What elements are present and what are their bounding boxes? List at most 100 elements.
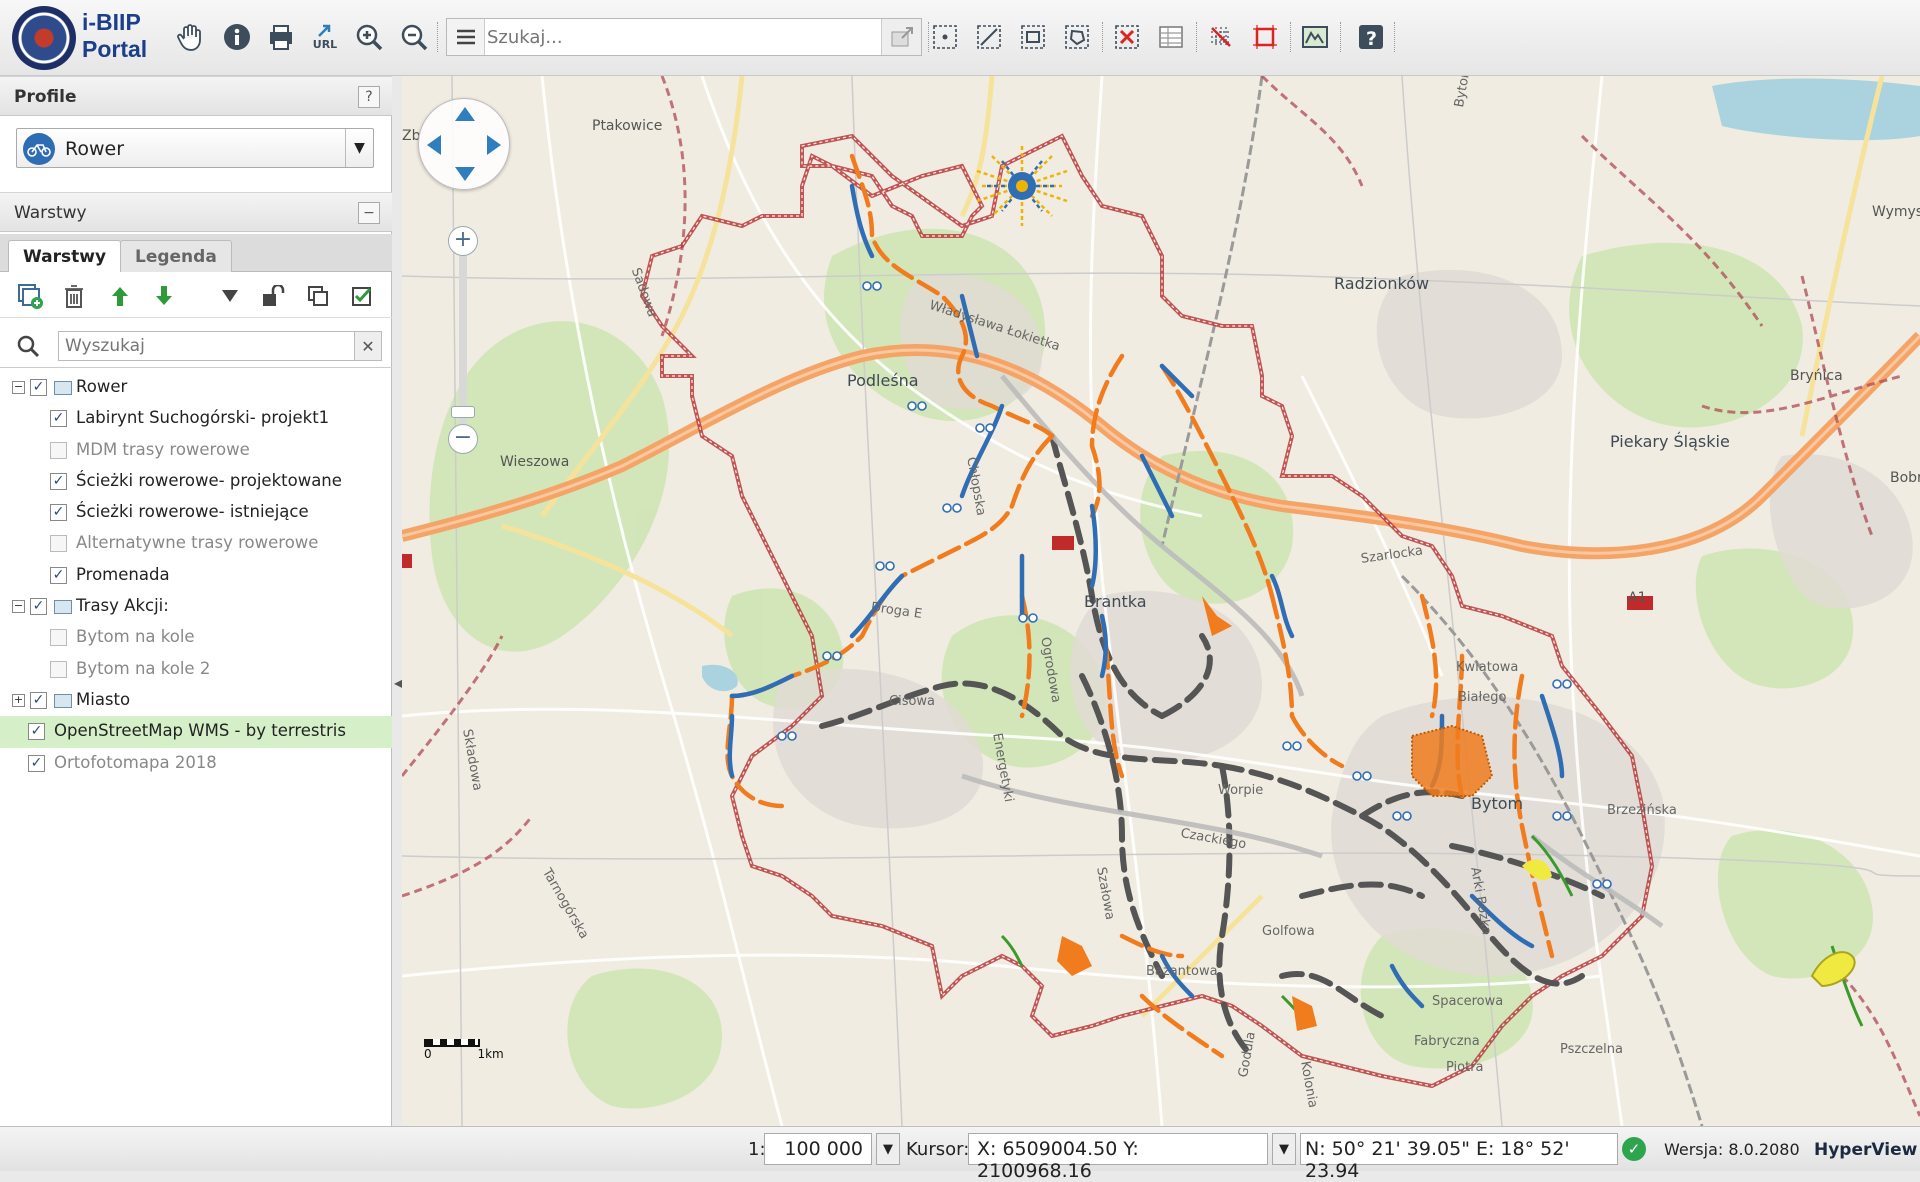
check-all-icon[interactable]: [348, 282, 376, 310]
layer-row[interactable]: ✓ Ścieżki rowerowe- istniejące: [0, 497, 392, 528]
layer-row[interactable]: Bytom na kole 2: [0, 654, 392, 685]
layer-row[interactable]: Alternatywne trasy rowerowe: [0, 528, 392, 559]
svg-text:?: ?: [1366, 28, 1377, 50]
tab-legenda[interactable]: Legenda: [120, 240, 232, 272]
place-label: A1: [1628, 590, 1647, 606]
tab-warstwy[interactable]: Warstwy: [8, 240, 122, 272]
pan-right-icon[interactable]: [487, 135, 501, 155]
layer-row[interactable]: − ✓ Rower: [0, 372, 392, 403]
zoom-in-icon[interactable]: [352, 20, 386, 54]
pan-left-icon[interactable]: [427, 135, 441, 155]
layer-checkbox[interactable]: ✓: [28, 723, 45, 741]
info-icon[interactable]: [220, 20, 254, 54]
layer-row[interactable]: MDM trasy rowerowe: [0, 435, 392, 466]
expand-icon[interactable]: +: [12, 693, 25, 707]
place-label: Fabryczna: [1414, 1034, 1480, 1049]
collapse-icon[interactable]: −: [12, 381, 25, 394]
search-menu-icon[interactable]: [447, 19, 485, 55]
layer-row[interactable]: ✓ Promenada: [0, 560, 392, 591]
map-legend-icon[interactable]: [1298, 20, 1332, 54]
profile-selected-value: Rower: [65, 138, 125, 160]
search-go-icon[interactable]: [881, 19, 921, 55]
pan-hand-icon[interactable]: [173, 20, 207, 54]
place-label: Bytom: [1471, 794, 1524, 813]
map-view[interactable]: Ptakowice Zb Radzionków Wymys Bytom Podleśna W…: [402, 76, 1920, 1126]
add-layer-icon[interactable]: [16, 282, 44, 310]
select-line-icon[interactable]: [972, 20, 1006, 54]
map-zoom-out-button[interactable]: −: [448, 424, 478, 454]
lock-open-icon[interactable]: [260, 282, 288, 310]
layer-label: Alternatywne trasy rowerowe: [76, 533, 319, 553]
layer-checkbox[interactable]: ✓: [30, 379, 47, 396]
layer-checkbox[interactable]: [50, 629, 67, 647]
coord-system-dropdown-icon[interactable]: ▼: [1272, 1133, 1296, 1165]
layer-filter-input[interactable]: [58, 331, 358, 361]
layer-checkbox[interactable]: ✓: [50, 410, 67, 428]
attribute-table-icon[interactable]: [1154, 20, 1188, 54]
clear-filter-icon[interactable]: ✕: [354, 331, 382, 361]
place-label: Radzionków: [1334, 274, 1430, 293]
move-down-icon[interactable]: [150, 282, 178, 310]
layer-row[interactable]: ✓ Ortofotomapa 2018: [0, 748, 392, 779]
pan-up-icon[interactable]: [455, 107, 475, 121]
scale-dropdown-icon[interactable]: ▼: [876, 1133, 900, 1165]
chevron-down-icon[interactable]: ▼: [345, 129, 373, 167]
scale-zero-label: 0: [424, 1047, 432, 1061]
cancel-select-icon[interactable]: [1248, 20, 1282, 54]
top-toolbar: i-BIIP Portal URL Szukaj... ?: [0, 0, 1920, 76]
version-label: Wersja: 8.0.2080: [1664, 1140, 1800, 1159]
delete-layer-icon[interactable]: [60, 282, 88, 310]
layer-checkbox[interactable]: [50, 660, 67, 678]
profile-help-button[interactable]: ?: [358, 86, 380, 108]
cursor-label: Kursor:: [906, 1139, 970, 1160]
profile-select[interactable]: Rower ▼: [16, 128, 374, 168]
scale-input[interactable]: 100 000: [764, 1133, 872, 1165]
copy-layer-icon[interactable]: [304, 282, 332, 310]
layer-checkbox[interactable]: [50, 535, 67, 553]
select-polygon-icon[interactable]: [1060, 20, 1094, 54]
filter-icon[interactable]: [216, 282, 244, 310]
move-up-icon[interactable]: [106, 282, 134, 310]
layer-checkbox[interactable]: ✓: [28, 754, 45, 772]
select-point-icon[interactable]: [928, 20, 962, 54]
scale-bar-graphic: [424, 1039, 480, 1047]
collapse-icon[interactable]: −: [12, 600, 25, 614]
map-zoom-in-button[interactable]: +: [448, 226, 478, 256]
select-rectangle-icon[interactable]: [1016, 20, 1050, 54]
portal-logo: [12, 6, 76, 70]
layer-checkbox[interactable]: ✓: [30, 598, 47, 616]
place-label: Worpie: [1218, 783, 1264, 798]
layer-filter: ✕: [0, 326, 392, 368]
layer-row[interactable]: + ✓ Miasto: [0, 685, 392, 716]
layer-row[interactable]: Bytom na kole: [0, 622, 392, 653]
layer-checkbox[interactable]: ✓: [30, 691, 47, 709]
layer-checkbox[interactable]: ✓: [50, 472, 67, 490]
zoom-slider-handle[interactable]: [451, 406, 475, 418]
layer-row[interactable]: − ✓ Trasy Akcji:: [0, 591, 392, 622]
print-icon[interactable]: [264, 20, 298, 54]
clear-selection-icon[interactable]: [1110, 20, 1144, 54]
place-label: Piekary Śląskie: [1610, 432, 1730, 451]
remove-selection-icon[interactable]: [1204, 20, 1238, 54]
place-label: Wieszowa: [500, 454, 570, 470]
zoom-slider[interactable]: [459, 226, 467, 426]
layer-label: Labirynt Suchogórski- projekt1: [76, 408, 330, 428]
layer-label: Ścieżki rowerowe- istniejące: [76, 502, 309, 522]
help-icon[interactable]: ?: [1354, 20, 1388, 54]
layer-row[interactable]: ✓ OpenStreetMap WMS - by terrestris: [0, 716, 392, 748]
layer-checkbox[interactable]: [50, 441, 67, 459]
layer-group-icon: [54, 693, 72, 708]
layer-row[interactable]: ✓ Labirynt Suchogórski- projekt1: [0, 403, 392, 434]
layer-label: Ścieżki rowerowe- projektowane: [76, 470, 342, 490]
layer-row[interactable]: ✓ Ścieżki rowerowe- projektowane: [0, 466, 392, 497]
layers-collapse-button[interactable]: −: [358, 202, 380, 224]
pan-down-icon[interactable]: [455, 167, 475, 181]
scale-prefix: 1:: [748, 1139, 766, 1160]
layer-label: OpenStreetMap WMS - by terrestris: [54, 721, 346, 741]
place-label: Wymys: [1872, 204, 1920, 220]
url-link-icon[interactable]: URL: [308, 20, 342, 54]
global-search-input[interactable]: [487, 22, 877, 52]
zoom-out-icon[interactable]: [397, 20, 431, 54]
layer-checkbox[interactable]: ✓: [50, 504, 67, 522]
layer-checkbox[interactable]: ✓: [50, 566, 67, 584]
